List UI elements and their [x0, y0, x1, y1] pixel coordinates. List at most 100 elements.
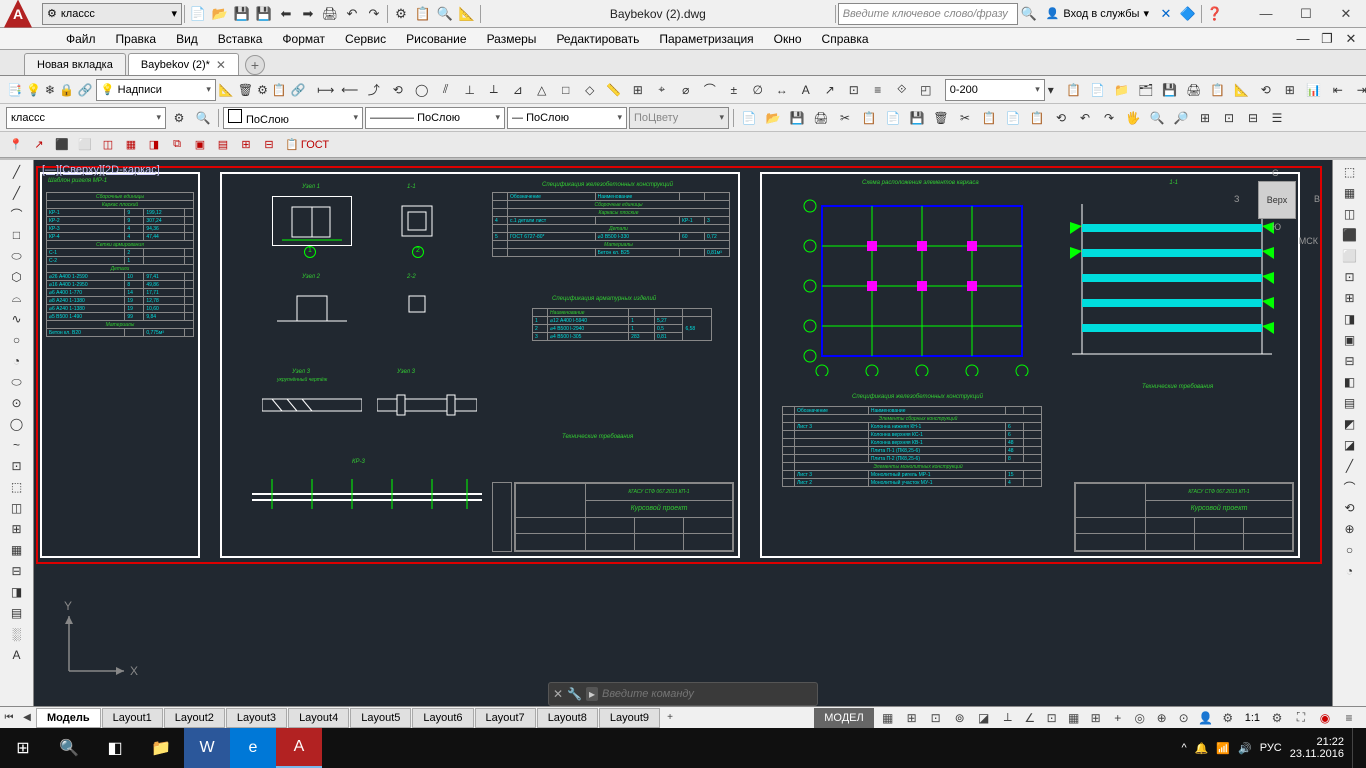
menu-help[interactable]: Справка [812, 28, 879, 49]
command-line[interactable]: ✕ 🔧 ▸ [548, 682, 818, 706]
layout-tab-4[interactable]: Layout5 [350, 708, 411, 728]
r3-tool-2[interactable]: ⬛ [52, 135, 72, 155]
dim-tool-14[interactable]: ⌖ [651, 79, 673, 101]
layer-tool-2[interactable]: 🗑 [237, 79, 254, 101]
rtool-0[interactable]: ⬚ [1335, 162, 1365, 182]
layout-nav-prev[interactable]: ◀ [18, 712, 36, 723]
tray-notif-icon[interactable]: 🔔 [1195, 742, 1209, 755]
r2-tool-15[interactable]: ↷ [1098, 107, 1120, 129]
layer-settings-icon[interactable]: ⚙ [168, 107, 190, 129]
rtool-18[interactable]: ○ [1335, 540, 1365, 560]
ltool-21[interactable]: ▤ [2, 603, 32, 623]
menu-file[interactable]: Файл [56, 28, 106, 49]
r2-tool-20[interactable]: ⊡ [1218, 107, 1240, 129]
mdi-minimize[interactable]: — [1292, 28, 1314, 50]
taskbar-app-taskview[interactable]: ◧ [92, 728, 138, 768]
ltool-8[interactable]: ○ [2, 330, 32, 350]
layer-tool-1[interactable]: 📐 [218, 79, 235, 101]
cmd-wrench-icon[interactable]: 🔧 [567, 687, 582, 701]
dim-tool-8[interactable]: ⊿ [507, 79, 529, 101]
r3-tool-8[interactable]: ▣ [190, 135, 210, 155]
ltool-20[interactable]: ◨ [2, 582, 32, 602]
ltool-3[interactable]: □ [2, 225, 32, 245]
r3-tool-10[interactable]: ⊞ [236, 135, 256, 155]
menu-parametric[interactable]: Параметризация [649, 28, 763, 49]
taskbar-app-explorer[interactable]: 📁 [138, 728, 184, 768]
dim-tool-7[interactable]: ⟂ [483, 79, 505, 101]
ltool-2[interactable]: ⌒ [2, 204, 32, 224]
rtool-14[interactable]: ╱ [1335, 456, 1365, 476]
taskbar-app-word[interactable]: W [184, 728, 230, 768]
rtool-15[interactable]: ⌒ [1335, 477, 1365, 497]
qat-open[interactable]: 📂 [209, 3, 231, 25]
ltool-1[interactable]: ╱ [2, 183, 32, 203]
rtool-7[interactable]: ◨ [1335, 309, 1365, 329]
plotstyle-dropdown[interactable]: ПоЦвету▾ [629, 107, 729, 129]
qat-extra2[interactable]: 📋 [412, 3, 434, 25]
r1-tool-10[interactable]: 📊 [1303, 79, 1325, 101]
r3-tool-0[interactable]: 📍 [6, 135, 26, 155]
menu-format[interactable]: Формат [272, 28, 335, 49]
show-desktop[interactable] [1352, 728, 1358, 768]
r2-tool-18[interactable]: 🔎 [1170, 107, 1192, 129]
menu-view[interactable]: Вид [166, 28, 208, 49]
dim-tool-17[interactable]: ± [723, 79, 745, 101]
ltool-5[interactable]: ⬡ [2, 267, 32, 287]
menu-window[interactable]: Окно [764, 28, 812, 49]
taskbar-app-edge[interactable]: e [230, 728, 276, 768]
lineweight-dropdown[interactable]: — ПоСлою▾ [507, 107, 627, 129]
r3-tool-11[interactable]: ⊟ [259, 135, 279, 155]
dim-tool-4[interactable]: ◯ [411, 79, 433, 101]
status-grid-icon[interactable]: ▦ [877, 708, 899, 728]
r1-tool-0[interactable]: 📋 [1063, 79, 1085, 101]
dim-tool-12[interactable]: 📏 [603, 79, 625, 101]
status-ic-1[interactable]: ∠ [1019, 708, 1041, 728]
exchange-icon[interactable]: ✕ [1155, 3, 1177, 25]
status-clean-icon[interactable]: ◉ [1314, 708, 1336, 728]
color-dropdown[interactable]: ПоСлою▾ [223, 107, 363, 129]
status-polar-icon[interactable]: ⊚ [949, 708, 971, 728]
model-space[interactable]: [—][Сверху][2D-каркас] С Ю З В Верх МСК … [34, 160, 1332, 706]
r2-tool-9[interactable]: ✂ [954, 107, 976, 129]
rtool-1[interactable]: ▦ [1335, 183, 1365, 203]
ltool-7[interactable]: ∿ [2, 309, 32, 329]
ltool-9[interactable]: ◔ [2, 351, 32, 371]
r1-tool-12[interactable]: ⇥ [1351, 79, 1366, 101]
taskbar-app-start[interactable]: ⊞ [0, 728, 46, 768]
rtool-16[interactable]: ⟲ [1335, 498, 1365, 518]
r2-tool-8[interactable]: 🗑 [930, 107, 952, 129]
r1-tool-3[interactable]: 🗂 [1135, 79, 1157, 101]
dim-tool-24[interactable]: ⟐ [891, 79, 913, 101]
rtool-6[interactable]: ⊞ [1335, 288, 1365, 308]
ltool-17[interactable]: ⊞ [2, 519, 32, 539]
tab-active[interactable]: Baybekov (2)* ✕ [128, 53, 239, 75]
layer-name-dropdown[interactable]: классс▾ [6, 107, 166, 129]
dim-tool-13[interactable]: ⊞ [627, 79, 649, 101]
r1-tool-5[interactable]: 🖨 [1183, 79, 1205, 101]
r2-tool-13[interactable]: ⟲ [1050, 107, 1072, 129]
view-cube[interactable]: С Ю З В Верх МСК [1242, 170, 1312, 230]
rtool-8[interactable]: ▣ [1335, 330, 1365, 350]
r2-tool-12[interactable]: 📋 [1026, 107, 1048, 129]
tray-chevron-icon[interactable]: ^ [1181, 742, 1186, 754]
ltool-10[interactable]: ⬭ [2, 372, 32, 392]
help-icon[interactable]: ❓ [1204, 3, 1226, 25]
r1-tool-8[interactable]: ⟲ [1255, 79, 1277, 101]
rtool-3[interactable]: ⬛ [1335, 225, 1365, 245]
ltool-6[interactable]: ⌓ [2, 288, 32, 308]
dim-tool-21[interactable]: ↗ [819, 79, 841, 101]
qat-saveas[interactable]: 💾 [253, 3, 275, 25]
r2-tool-19[interactable]: ⊞ [1194, 107, 1216, 129]
dim-tool-15[interactable]: ⌀ [675, 79, 697, 101]
r1-tool-2[interactable]: 📁 [1111, 79, 1133, 101]
qat-redo[interactable]: ↷ [363, 3, 385, 25]
rtool-13[interactable]: ◪ [1335, 435, 1365, 455]
dim-tool-18[interactable]: ∅ [747, 79, 769, 101]
ltool-12[interactable]: ◯ [2, 414, 32, 434]
dim-tool-23[interactable]: ≡ [867, 79, 889, 101]
search-icon[interactable]: 🔍 [1018, 3, 1040, 25]
ltool-22[interactable]: ░ [2, 624, 32, 644]
r2-tool-0[interactable]: 📄 [738, 107, 760, 129]
qat-undo[interactable]: ↶ [341, 3, 363, 25]
qat-extra1[interactable]: ⚙ [390, 3, 412, 25]
